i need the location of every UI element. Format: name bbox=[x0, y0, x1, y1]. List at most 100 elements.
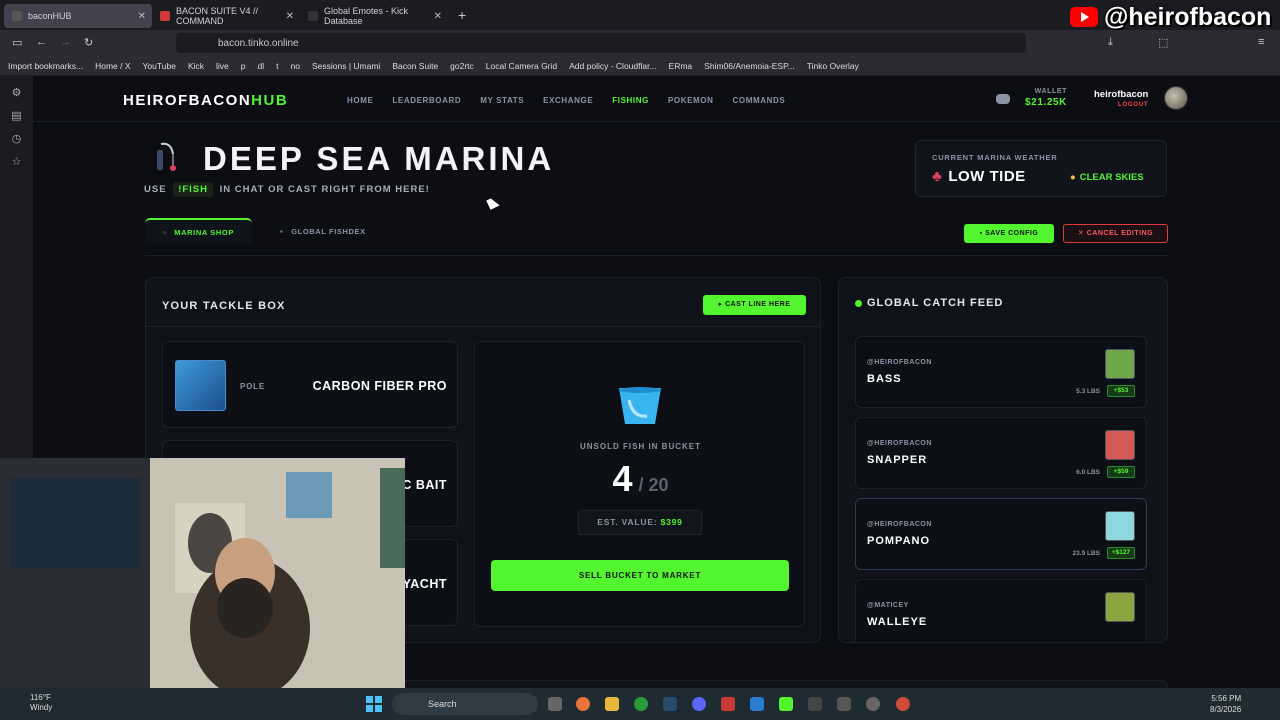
nav-my-stats[interactable]: MY STATS bbox=[480, 96, 524, 105]
bookmarks-icon[interactable]: ☆ bbox=[0, 155, 33, 168]
save-config-button[interactable]: ▪ SAVE CONFIG bbox=[964, 224, 1054, 243]
fishing-rod-icon bbox=[175, 360, 226, 411]
bookmark-item[interactable]: t bbox=[276, 61, 278, 71]
logout-link[interactable]: LOGOUT bbox=[1094, 102, 1148, 108]
bookmark-item[interactable]: Tinko Overlay bbox=[807, 61, 859, 71]
tabs-icon[interactable]: ▤ bbox=[0, 109, 33, 122]
catch-user: @HEIROFBACON bbox=[867, 440, 932, 447]
history-icon[interactable]: ◷ bbox=[0, 132, 33, 145]
divider bbox=[145, 255, 1168, 256]
snapper-icon bbox=[1105, 430, 1135, 460]
bass-icon bbox=[1105, 349, 1135, 379]
reload-icon[interactable]: ↻ bbox=[84, 36, 93, 49]
bookmark-item[interactable]: YouTube bbox=[143, 61, 176, 71]
bookmark-item[interactable]: ERma bbox=[669, 61, 693, 71]
close-tab-icon[interactable]: ✕ bbox=[286, 11, 294, 22]
bookmark-item[interactable]: Import bookmarks... bbox=[8, 61, 83, 71]
lobster-icon: ♣ bbox=[932, 168, 943, 185]
bucket-count: 4/ 20 bbox=[475, 458, 806, 500]
bookmark-item[interactable]: dl bbox=[258, 61, 265, 71]
walleye-icon bbox=[1105, 592, 1135, 622]
site-logo[interactable]: HEIROFBACONHUB bbox=[123, 92, 288, 109]
favicon-icon bbox=[12, 11, 22, 21]
catch-item: @MATICEY WALLEYE bbox=[855, 579, 1147, 642]
cancel-editing-button[interactable]: ✕ CANCEL EDITING bbox=[1063, 224, 1168, 243]
bookmark-item[interactable]: Bacon Suite bbox=[392, 61, 438, 71]
app-icon[interactable] bbox=[837, 697, 851, 711]
bookmark-item[interactable]: Shim06/Anemoia-ESP... bbox=[704, 61, 795, 71]
windows-start-icon[interactable] bbox=[366, 696, 382, 712]
nav-home[interactable]: HOME bbox=[347, 96, 373, 105]
date: 8/3/2026 bbox=[1210, 705, 1242, 714]
bookmark-item[interactable]: p bbox=[241, 61, 246, 71]
nav-leaderboard[interactable]: LEADERBOARD bbox=[392, 96, 461, 105]
discord-taskbar-icon[interactable] bbox=[692, 697, 706, 711]
tab-marina-shop[interactable]: ▫ MARINA SHOP bbox=[145, 218, 252, 244]
tab-global-emotes[interactable]: Global Emotes - Kick Database ✕ bbox=[300, 4, 448, 28]
bookmark-item[interactable]: live bbox=[216, 61, 229, 71]
firefox-icon[interactable] bbox=[576, 697, 590, 711]
taskbar-weather[interactable]: 116°F Windy bbox=[30, 693, 52, 713]
site-header: HEIROFBACONHUB HOME LEADERBOARD MY STATS… bbox=[33, 76, 1280, 122]
wallet-label: WALLET bbox=[1034, 88, 1068, 95]
bookmarks-bar: Import bookmarks... Home / X YouTube Kic… bbox=[0, 56, 1280, 76]
close-tab-icon[interactable]: ✕ bbox=[138, 11, 146, 22]
downloads-icon[interactable]: ⤓ bbox=[1108, 36, 1113, 49]
bookmark-item[interactable]: go2rtc bbox=[450, 61, 474, 71]
menu-icon[interactable]: ≡ bbox=[1258, 36, 1264, 48]
kick-icon[interactable] bbox=[779, 697, 793, 711]
task-view-icon[interactable] bbox=[548, 697, 562, 711]
tab-baconhub[interactable]: baconHUB ✕ bbox=[4, 4, 152, 28]
taskbar-clock[interactable]: 5:56 PM 8/3/2026 bbox=[1210, 693, 1241, 715]
pompano-icon bbox=[1105, 511, 1135, 541]
ai-chat-icon[interactable]: ⚙ bbox=[0, 86, 33, 99]
tide-value: LOW TIDE bbox=[948, 168, 1026, 185]
sidebar-toggle-icon[interactable]: ▭ bbox=[12, 36, 22, 49]
obs-icon[interactable] bbox=[866, 697, 880, 711]
chrome-icon[interactable] bbox=[896, 697, 910, 711]
url-field[interactable]: bacon.tinko.online bbox=[176, 33, 1026, 53]
app-icon[interactable] bbox=[721, 697, 735, 711]
handle-text: @heirofbacon bbox=[1104, 2, 1272, 31]
tab-global-fishdex[interactable]: ▪ GLOBAL FISHDEX bbox=[262, 218, 384, 244]
new-tab-button[interactable]: + bbox=[458, 7, 466, 23]
file-explorer-icon[interactable] bbox=[605, 697, 619, 711]
xbox-icon[interactable] bbox=[634, 697, 648, 711]
bookmark-item[interactable]: Add policy - Cloudflar... bbox=[569, 61, 656, 71]
tackle-title: YOUR TACKLE BOX bbox=[162, 300, 286, 312]
fish-command: !FISH bbox=[173, 182, 213, 197]
tab-bacon-suite[interactable]: BACON SUITE V4 // COMMAND ✕ bbox=[152, 4, 300, 28]
navigation-bar: ▭ ← → ↻ bacon.tinko.online ⤓ ⬚ ≡ bbox=[0, 30, 1280, 56]
gear-slot-pole[interactable]: POLE CARBON FIBER PRO bbox=[162, 341, 458, 428]
subtitle-post: IN CHAT OR CAST RIGHT FROM HERE! bbox=[219, 184, 430, 195]
extensions-icon[interactable]: ⬚ bbox=[1158, 36, 1168, 49]
discord-icon[interactable] bbox=[996, 94, 1010, 104]
weather-card: CURRENT MARINA WEATHER ♣ LOW TIDE ● CLEAR … bbox=[915, 140, 1167, 197]
wallet: WALLET $21.25K bbox=[1025, 88, 1067, 108]
steam-icon[interactable] bbox=[663, 697, 677, 711]
vscode-icon[interactable] bbox=[750, 697, 764, 711]
back-icon[interactable]: ← bbox=[36, 36, 47, 48]
cast-label: CAST LINE HERE bbox=[725, 301, 791, 308]
taskbar-search[interactable]: Search bbox=[392, 693, 538, 715]
avatar[interactable] bbox=[1164, 86, 1188, 110]
catch-value: +$127 bbox=[1107, 547, 1135, 559]
nav-pokemon[interactable]: POKEMON bbox=[668, 96, 714, 105]
bookmark-item[interactable]: Local Camera Grid bbox=[486, 61, 557, 71]
close-tab-icon[interactable]: ✕ bbox=[434, 11, 442, 22]
terminal-icon[interactable] bbox=[808, 697, 822, 711]
nav-commands[interactable]: COMMANDS bbox=[733, 96, 786, 105]
bookmark-item[interactable]: Kick bbox=[188, 61, 204, 71]
cast-line-button[interactable]: ▸ CAST LINE HERE bbox=[703, 295, 806, 315]
user-info: heirofbacon LOGOUT bbox=[1094, 89, 1148, 108]
nav-exchange[interactable]: EXCHANGE bbox=[543, 96, 593, 105]
est-label: EST. VALUE: bbox=[597, 517, 658, 527]
forward-icon[interactable]: → bbox=[60, 36, 71, 48]
bookmark-item[interactable]: no bbox=[291, 61, 300, 71]
sun-icon: ● bbox=[1070, 172, 1076, 183]
bookmark-item[interactable]: Home / X bbox=[95, 61, 130, 71]
bookmark-item[interactable]: Sessions | Umami bbox=[312, 61, 380, 71]
sell-bucket-button[interactable]: SELL BUCKET TO MARKET bbox=[491, 560, 789, 591]
nav-fishing[interactable]: FISHING bbox=[612, 96, 649, 105]
catch-fish: POMPANO bbox=[867, 535, 931, 547]
